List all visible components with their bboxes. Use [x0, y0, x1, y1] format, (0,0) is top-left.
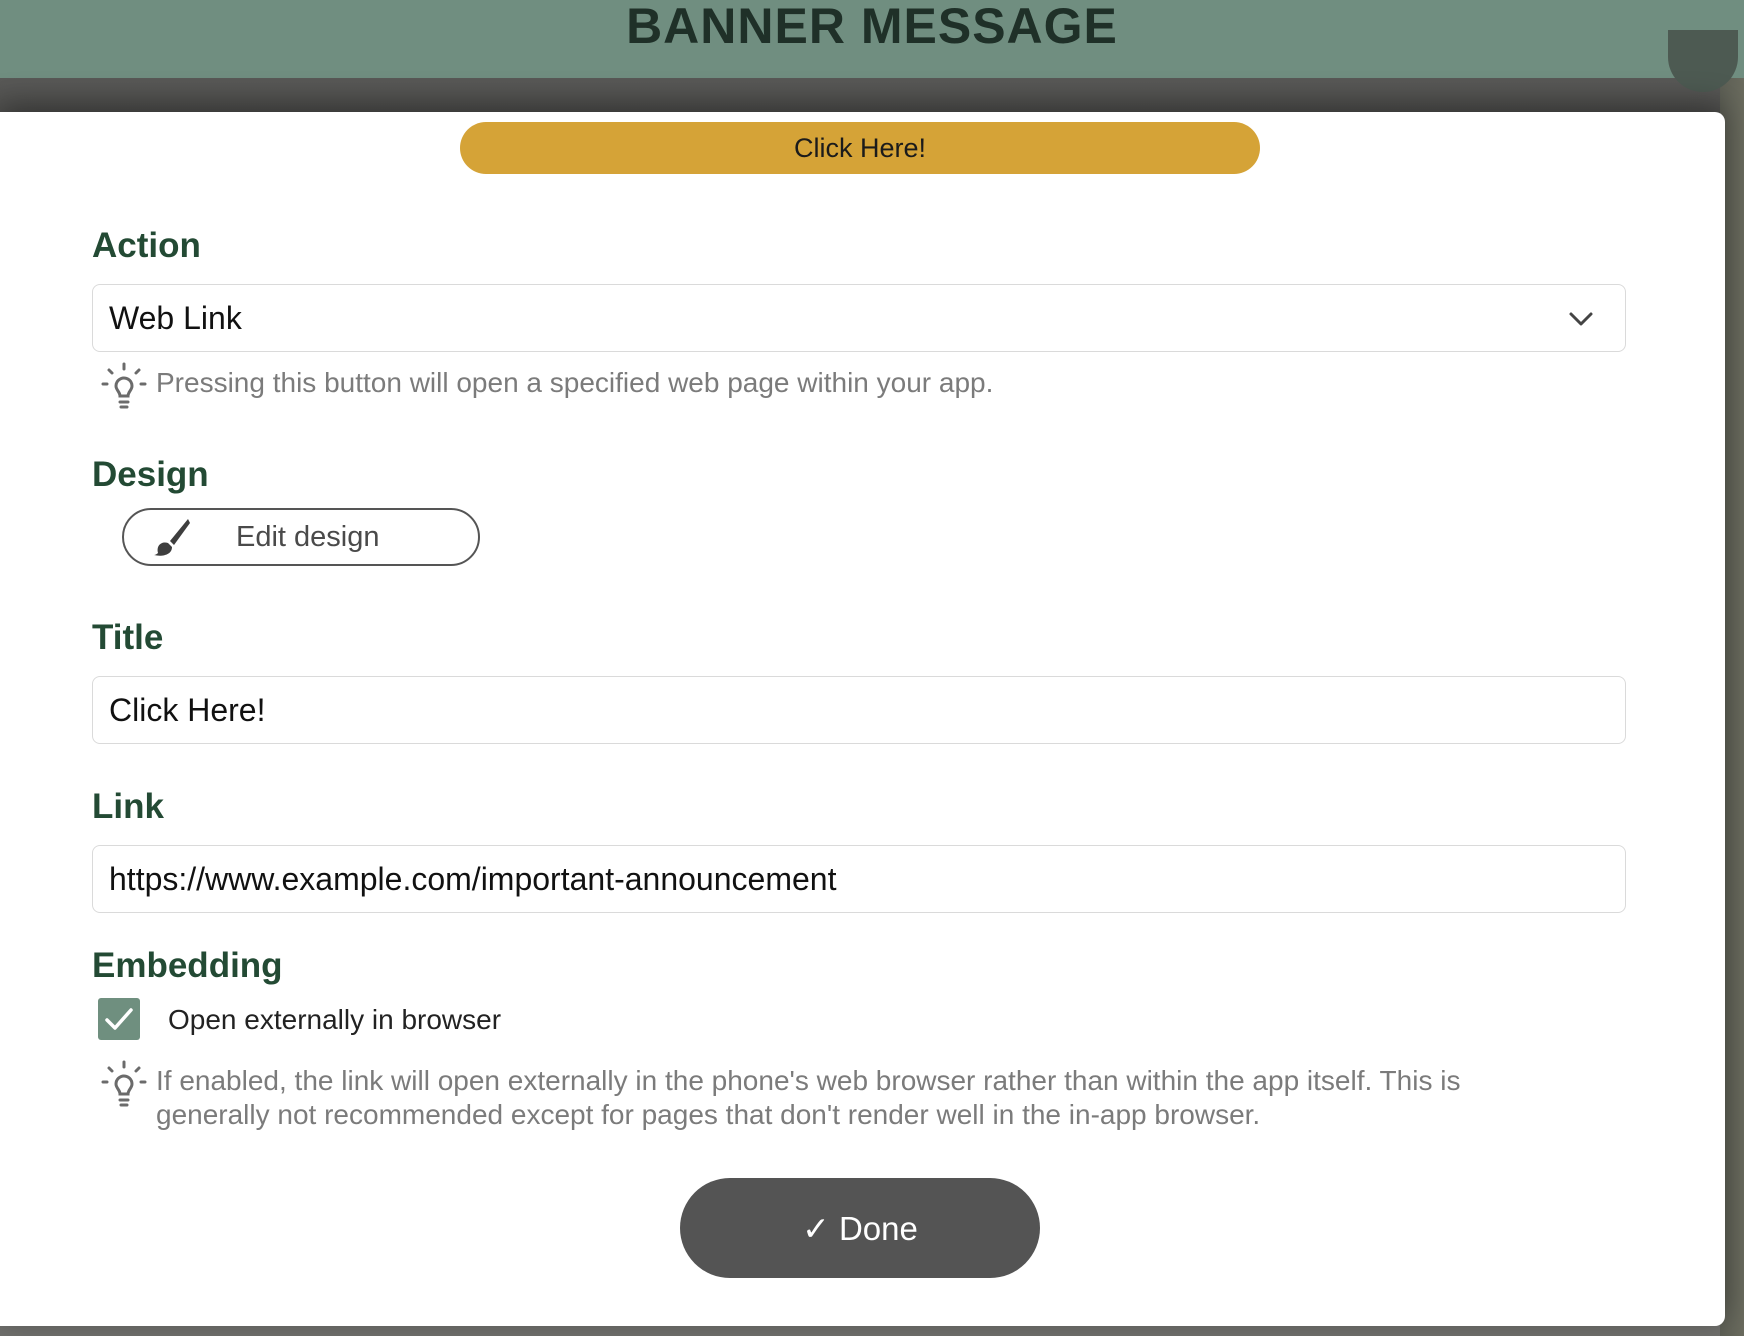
action-hint: Pressing this button will open a specifi…: [100, 362, 994, 412]
title-label: Title: [92, 618, 164, 657]
action-select-value: Web Link: [109, 299, 242, 336]
checkmark-icon: [105, 1008, 133, 1030]
embedding-hint-line-2: generally not recommended except for pag…: [156, 1099, 1261, 1130]
embedding-label: Embedding: [92, 946, 283, 985]
done-button[interactable]: ✓ Done: [680, 1178, 1040, 1278]
lightbulb-icon: [101, 362, 147, 409]
embedding-hint-text: If enabled, the link will open externall…: [156, 1064, 1460, 1132]
banner-preview-button[interactable]: Click Here!: [460, 122, 1260, 174]
header-title: BANNER MESSAGE: [626, 0, 1118, 54]
action-hint-text: Pressing this button will open a specifi…: [156, 367, 994, 398]
paintbrush-icon: [154, 519, 190, 556]
embedding-hint-line-1: If enabled, the link will open externall…: [156, 1065, 1461, 1096]
header-bar: BANNER MESSAGE: [0, 0, 1744, 78]
title-input[interactable]: [109, 691, 1625, 729]
design-label: Design: [92, 455, 209, 494]
chevron-down-icon: [1569, 312, 1593, 326]
link-field[interactable]: [92, 845, 1626, 913]
open-externally-label: Open externally in browser: [168, 1004, 502, 1035]
edit-design-label: Edit design: [236, 520, 380, 553]
editor-sheet: Click Here! Action Web Link Pressing thi…: [0, 112, 1725, 1326]
action-label: Action: [92, 226, 201, 265]
embedding-hint: If enabled, the link will open externall…: [100, 1060, 1460, 1132]
action-select[interactable]: Web Link: [92, 284, 1626, 352]
link-label: Link: [92, 787, 164, 826]
edit-design-button[interactable]: Edit design: [122, 508, 480, 566]
lightbulb-icon: [101, 1060, 147, 1107]
title-field[interactable]: [92, 676, 1626, 744]
open-externally-checkbox[interactable]: [98, 998, 140, 1040]
link-input[interactable]: [109, 860, 1625, 898]
